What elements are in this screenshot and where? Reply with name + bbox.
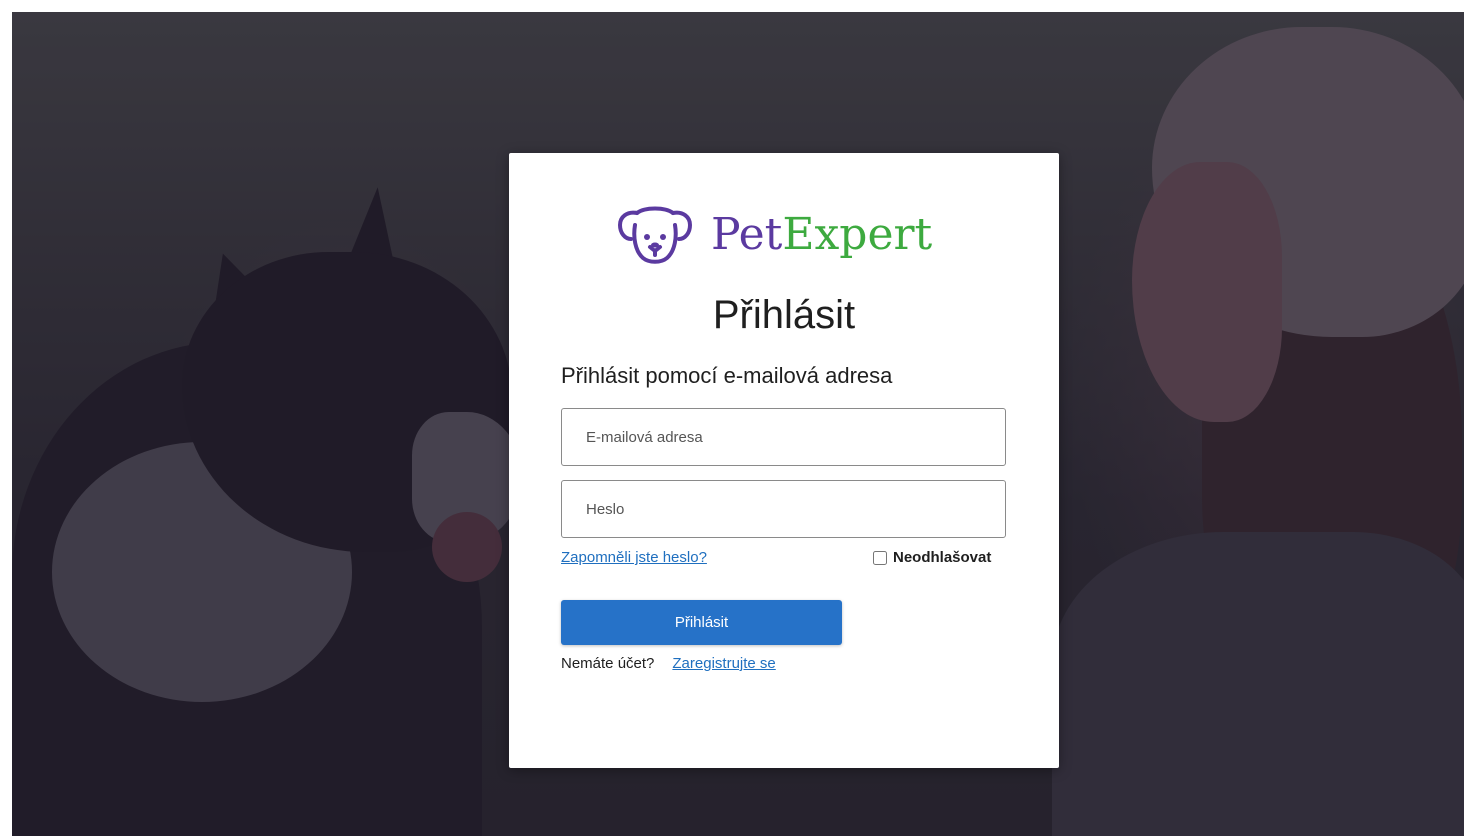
brand-name-expert: Expert (782, 209, 933, 260)
register-link[interactable]: Zaregistrujte se (672, 655, 775, 672)
sign-in-button[interactable]: Přihlásit (561, 600, 842, 645)
keep-signed-in[interactable]: Neodhlašovat (873, 549, 991, 566)
brand-name: PetExpert (711, 203, 932, 267)
login-subtitle: Přihlásit pomocí e-mailová adresa (561, 363, 893, 388)
brand-logo: PetExpert (617, 203, 932, 267)
page-title: Přihlásit (712, 293, 856, 337)
forgot-password-link[interactable]: Zapomněli jste heslo? (561, 549, 707, 566)
brand-name-pet: Pet (711, 209, 783, 260)
keep-signed-in-label: Neodhlašovat (893, 549, 992, 566)
login-card: PetExpert Přihlásit Přihlásit pomocí e-m… (509, 153, 1059, 768)
no-account-text: Nemáte účet? (561, 655, 655, 672)
dog-face-icon (618, 206, 692, 264)
signup-row: Nemáte účet? Zaregistrujte se (561, 655, 776, 672)
password-input[interactable] (561, 480, 1006, 538)
keep-signed-in-checkbox[interactable] (873, 550, 887, 565)
email-input[interactable] (561, 408, 1006, 466)
